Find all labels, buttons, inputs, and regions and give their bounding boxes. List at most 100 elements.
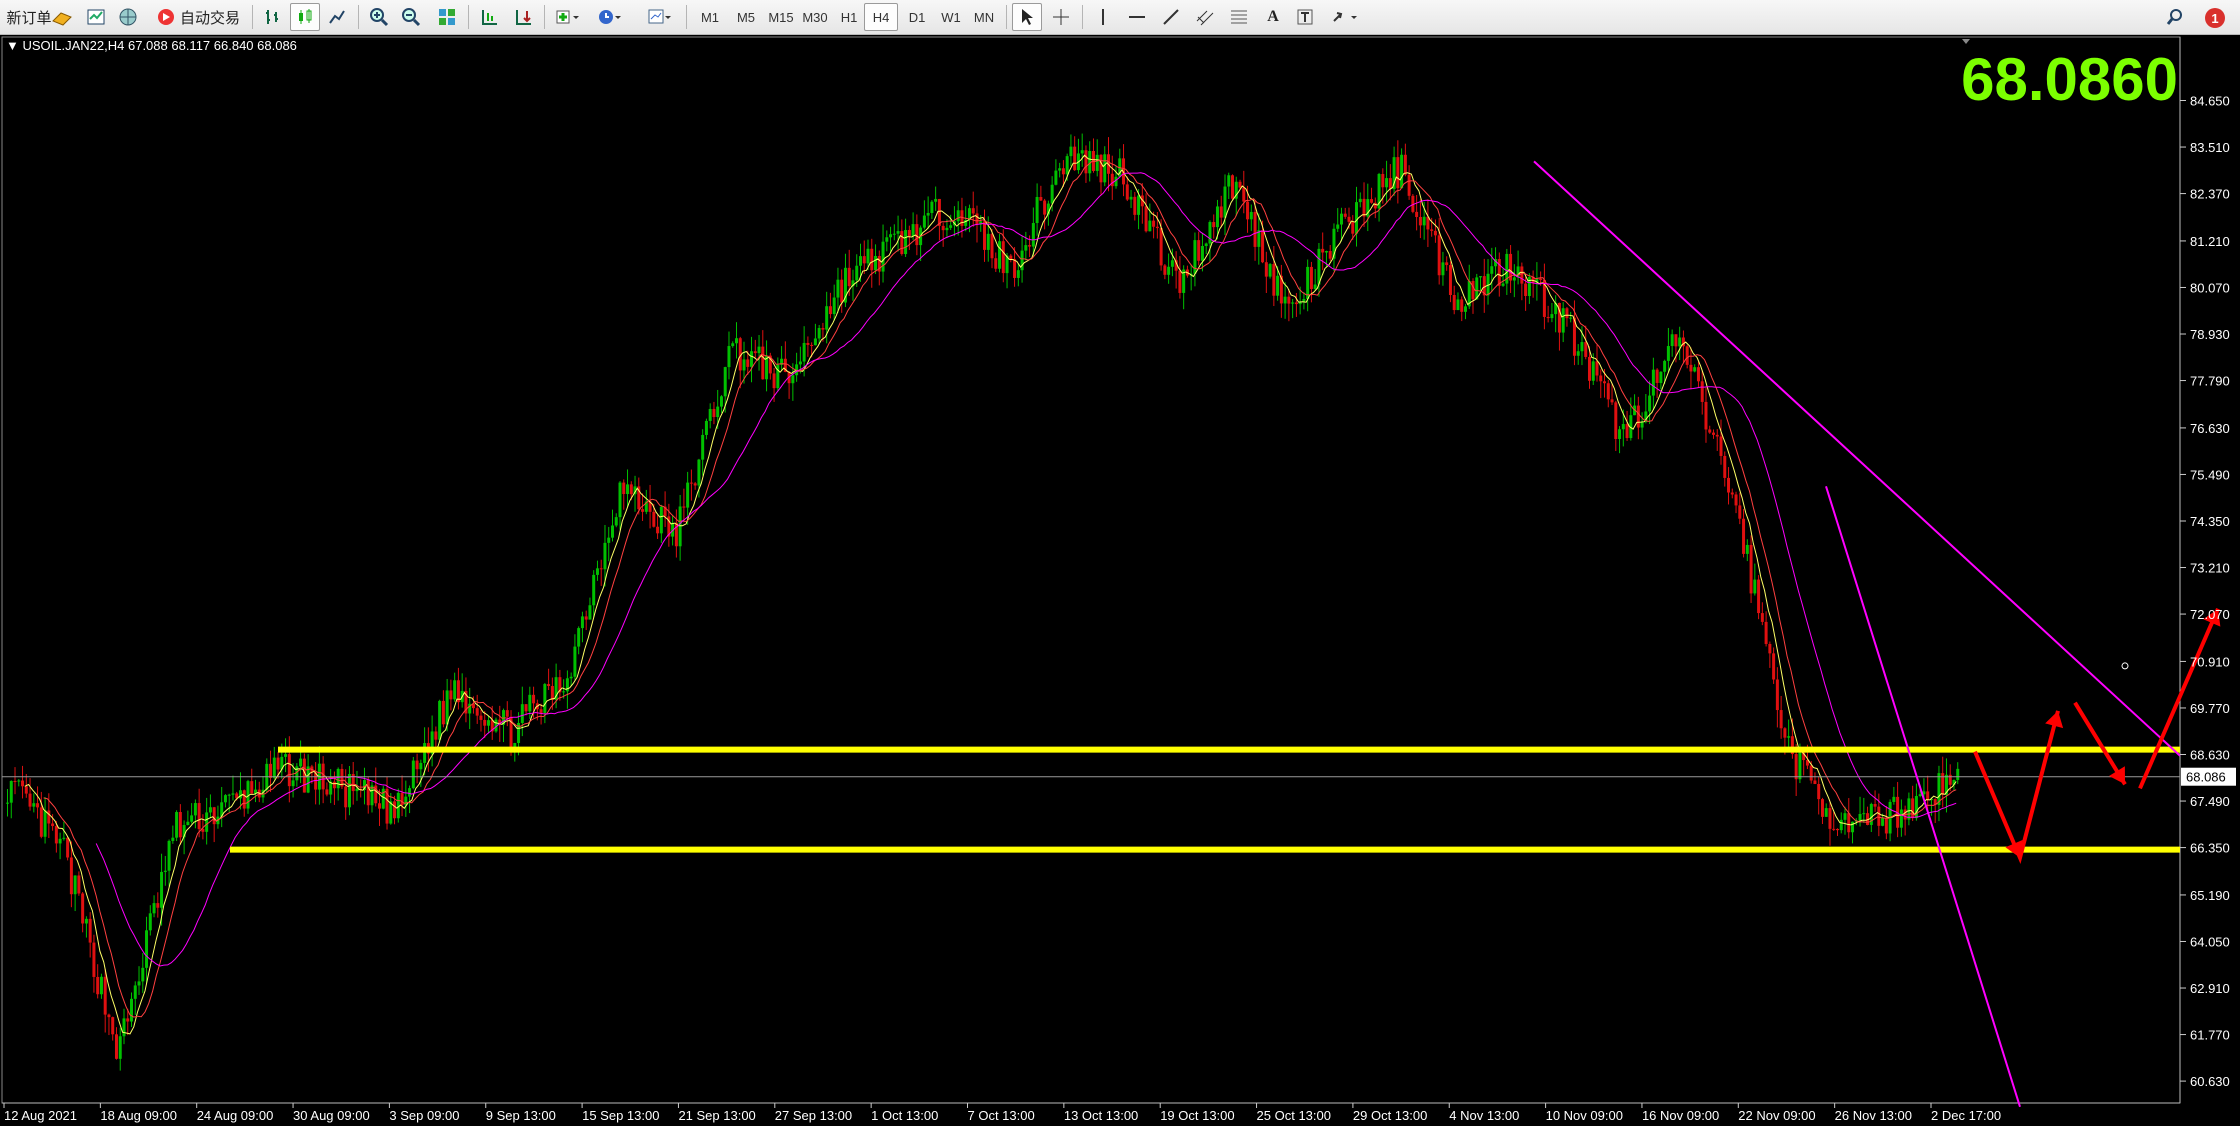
- crosshair-icon[interactable]: [1046, 3, 1076, 31]
- candle-body: [1001, 241, 1005, 274]
- candle-body: [1430, 229, 1434, 231]
- candle-body: [569, 676, 573, 679]
- candlestick-icon[interactable]: [290, 3, 320, 31]
- cursor-icon[interactable]: [1012, 3, 1042, 31]
- timeframe-d1[interactable]: D1: [900, 3, 934, 31]
- candle-body: [186, 821, 190, 826]
- vertical-line-icon[interactable]: [1088, 3, 1118, 31]
- horizontal-line-icon[interactable]: [1122, 3, 1152, 31]
- timeframe-w1[interactable]: W1: [934, 3, 968, 31]
- candle-body: [1463, 306, 1467, 312]
- candle-body: [1640, 422, 1644, 428]
- candle-body: [1779, 710, 1783, 729]
- timeframe-m1[interactable]: M1: [692, 3, 728, 31]
- candle-body: [1772, 653, 1776, 680]
- candle-body: [1704, 401, 1708, 430]
- zoom-in-icon[interactable]: [364, 3, 394, 31]
- candle-body: [193, 803, 197, 816]
- timeframe-m5[interactable]: M5: [728, 3, 764, 31]
- candle-body: [1204, 243, 1208, 247]
- templates-icon[interactable]: [642, 3, 678, 31]
- candle-body: [941, 225, 945, 231]
- price-tick-label: 64.050: [2190, 934, 2230, 949]
- candle-body: [1355, 202, 1359, 234]
- globe-icon[interactable]: [114, 3, 142, 31]
- indicators-icon[interactable]: [550, 3, 586, 31]
- candle-body: [1787, 736, 1791, 738]
- separator: [358, 5, 359, 29]
- price-chart[interactable]: 68.086 84.650 83.510 82.370 81.210 80.070 78.…: [0, 35, 2240, 1126]
- auto-scroll-icon[interactable]: [508, 3, 538, 31]
- candle-body: [892, 233, 896, 235]
- candle-body: [983, 221, 986, 250]
- candle-body: [1167, 266, 1171, 275]
- channel-icon[interactable]: [1190, 3, 1220, 31]
- candle-body: [1663, 360, 1667, 372]
- candle-body: [1655, 369, 1659, 383]
- line-chart-icon[interactable]: [322, 3, 352, 31]
- candle-body: [1520, 266, 1524, 284]
- search-icon[interactable]: [2160, 3, 2190, 31]
- candle-body: [1881, 817, 1885, 826]
- candle-body: [1155, 226, 1159, 229]
- timeframe-h4[interactable]: H4: [864, 3, 898, 31]
- price-tick-label: 78.930: [2190, 327, 2230, 342]
- candle-body: [1080, 150, 1084, 154]
- candle-body: [114, 1034, 118, 1059]
- candle-body: [1479, 276, 1483, 278]
- market-watch-icon[interactable]: [82, 3, 110, 31]
- candle-body: [111, 1017, 115, 1035]
- time-tick-label: 9 Sep 13:00: [486, 1108, 556, 1123]
- candle-body: [336, 768, 340, 789]
- candle-body: [629, 484, 633, 495]
- text-label-icon[interactable]: [1290, 3, 1320, 31]
- arrows-icon[interactable]: [1326, 3, 1366, 31]
- candle-body: [227, 794, 231, 796]
- text-icon[interactable]: A: [1258, 3, 1288, 31]
- separator: [468, 5, 469, 29]
- zoom-out-icon[interactable]: [396, 3, 426, 31]
- candle-body: [1678, 337, 1682, 347]
- chart-shift-icon[interactable]: [474, 3, 504, 31]
- notifications-icon[interactable]: 1: [2196, 3, 2236, 31]
- price-tick-label: 68.630: [2190, 748, 2230, 763]
- periods-clock-icon[interactable]: [592, 3, 628, 31]
- candle-body: [930, 201, 934, 213]
- candle-body: [1820, 799, 1824, 817]
- timeframe-mn[interactable]: MN: [966, 3, 1002, 31]
- candle-body: [870, 248, 874, 271]
- candle-body: [66, 837, 70, 858]
- candle-body: [1490, 266, 1494, 274]
- candle-body: [449, 690, 453, 700]
- fibonacci-icon[interactable]: [1224, 3, 1254, 31]
- price-tick-label: 76.630: [2190, 421, 2230, 436]
- chart-frame: [1, 36, 2181, 1104]
- candle-body: [1670, 334, 1674, 347]
- trendline-icon[interactable]: [1156, 3, 1186, 31]
- chart-menu-triangle-icon[interactable]: ▼: [6, 38, 19, 53]
- gold-bar-icon[interactable]: [48, 3, 76, 31]
- timeframe-m30[interactable]: M30: [796, 3, 834, 31]
- bar-chart-icon[interactable]: [258, 3, 288, 31]
- candle-body: [1843, 813, 1847, 820]
- candle-body: [956, 210, 960, 222]
- mt4-window: 新订单 自动交易 M1 M5 M15 M30 H1 H4 D1 W1 MN A …: [0, 0, 2240, 1126]
- candle-body: [937, 198, 941, 226]
- candle-body: [1351, 221, 1355, 234]
- timeframe-m15[interactable]: M15: [762, 3, 800, 31]
- candle-body: [1749, 544, 1753, 594]
- candle-body: [1313, 284, 1317, 290]
- tile-windows-icon[interactable]: [432, 3, 462, 31]
- candle-body: [1084, 150, 1088, 174]
- price-tick-label: 73.210: [2190, 561, 2230, 576]
- auto-trade-button[interactable]: 自动交易: [148, 3, 248, 31]
- chart-window[interactable]: 68.086 84.650 83.510 82.370 81.210 80.070 78.…: [0, 35, 2240, 1126]
- candle-body: [51, 823, 55, 827]
- candle-body: [1385, 178, 1389, 188]
- candle-body: [603, 542, 607, 570]
- candle-body: [126, 1018, 130, 1022]
- timeframe-h1[interactable]: H1: [832, 3, 866, 31]
- candle-body: [798, 361, 802, 365]
- candle-body: [907, 230, 911, 237]
- separator: [252, 5, 253, 29]
